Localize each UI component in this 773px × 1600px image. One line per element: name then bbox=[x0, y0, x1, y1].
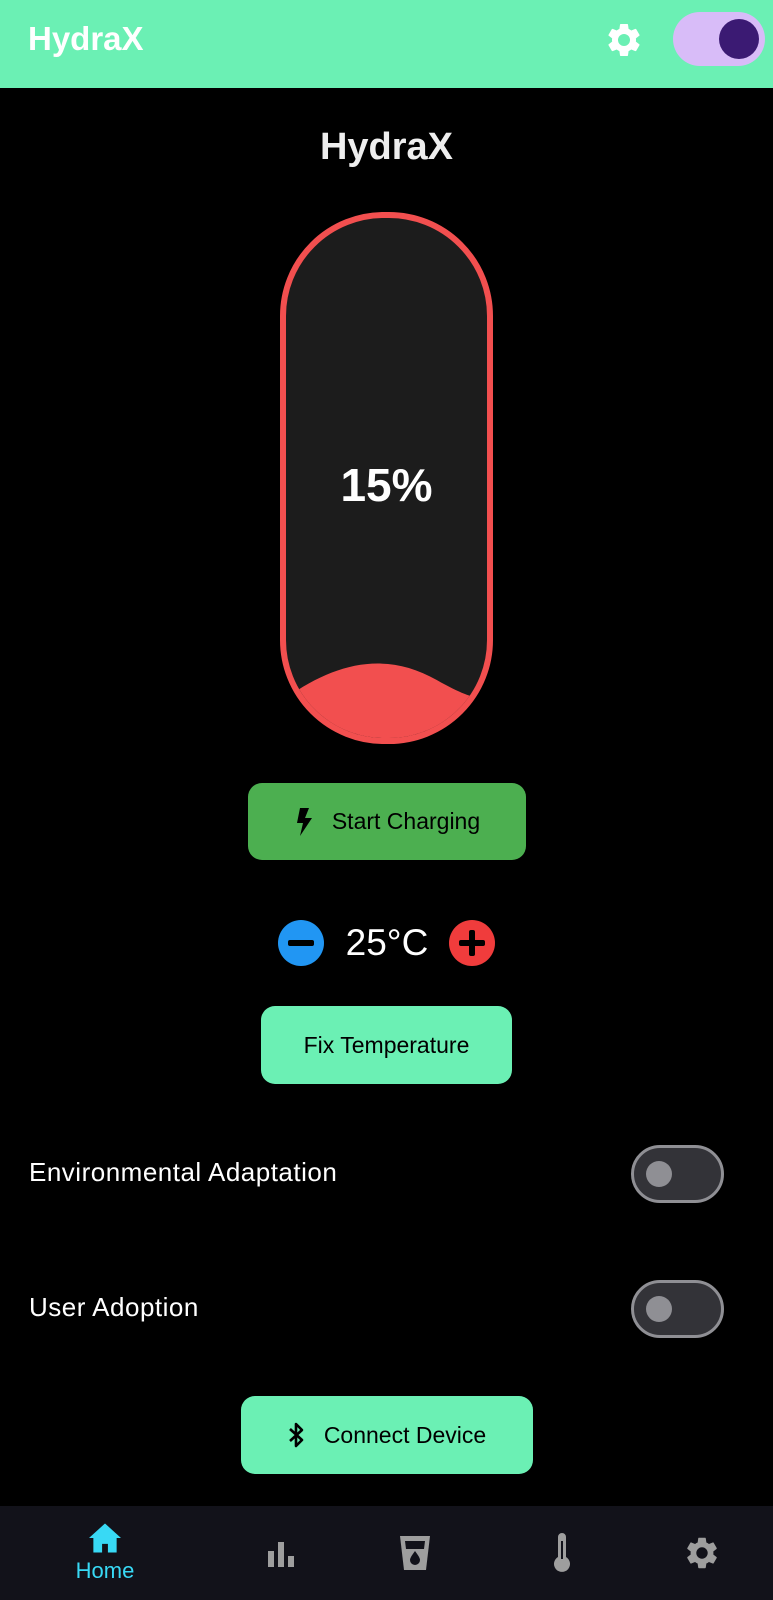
connect-device-button[interactable]: Connect Device bbox=[241, 1396, 533, 1474]
start-charging-button[interactable]: Start Charging bbox=[248, 783, 526, 860]
water-glass-icon bbox=[400, 1536, 430, 1570]
bluetooth-icon bbox=[288, 1422, 304, 1448]
nav-label-home: Home bbox=[75, 1558, 135, 1583]
nav-item-water[interactable] bbox=[355, 1506, 475, 1600]
fix-temperature-label: Fix Temperature bbox=[303, 1031, 470, 1058]
temperature-value: 25°C bbox=[345, 922, 429, 963]
bolt-icon bbox=[296, 807, 312, 836]
connect-device-label: Connect Device bbox=[323, 1421, 487, 1448]
nav-item-stats[interactable] bbox=[221, 1506, 341, 1600]
gear-icon bbox=[687, 1537, 717, 1569]
plus-icon[interactable] bbox=[449, 920, 495, 966]
home-icon bbox=[89, 1523, 121, 1553]
nav-item-home[interactable]: Home bbox=[45, 1506, 165, 1600]
thermometer-icon bbox=[554, 1533, 570, 1572]
environmental-adaptation-switch[interactable] bbox=[631, 1145, 724, 1203]
switch-thumb bbox=[646, 1296, 672, 1322]
bottom-nav: Home bbox=[0, 1506, 773, 1600]
start-charging-label: Start Charging bbox=[331, 808, 481, 834]
minus-icon[interactable] bbox=[278, 920, 324, 966]
fix-temperature-button[interactable]: Fix Temperature bbox=[261, 1006, 512, 1084]
user-adoption-switch[interactable] bbox=[631, 1280, 724, 1338]
bar-chart-icon bbox=[268, 1542, 294, 1567]
gear-icon bbox=[608, 23, 640, 56]
battery-percent: 15% bbox=[340, 459, 433, 511]
switch-thumb bbox=[646, 1161, 672, 1187]
nav-item-settings[interactable] bbox=[642, 1506, 762, 1600]
theme-toggle-knob bbox=[719, 19, 759, 59]
environmental-adaptation-label: Environmental Adaptation bbox=[29, 1157, 338, 1187]
theme-toggle[interactable] bbox=[673, 12, 765, 66]
app-bar: HydraX bbox=[0, 0, 773, 88]
app-title: HydraX bbox=[28, 20, 144, 57]
temperature-control: 25°C bbox=[278, 920, 496, 968]
battery-gauge: 15% bbox=[280, 212, 493, 744]
page-title: HydraX bbox=[319, 126, 454, 168]
settings-button[interactable] bbox=[604, 20, 644, 60]
nav-item-temperature[interactable] bbox=[502, 1506, 622, 1600]
user-adoption-label: User Adoption bbox=[29, 1292, 199, 1322]
